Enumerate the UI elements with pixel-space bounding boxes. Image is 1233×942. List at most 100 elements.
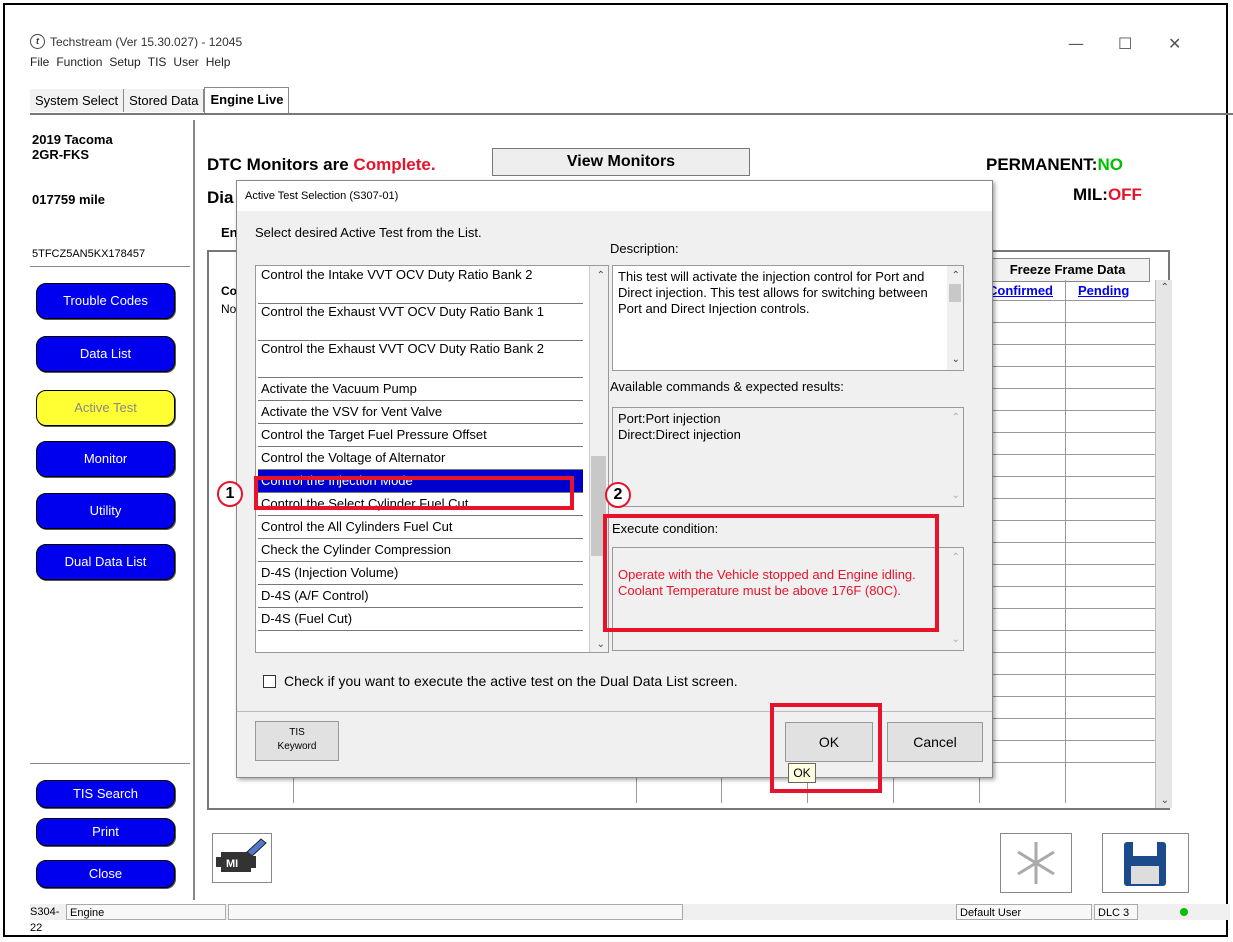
chevron-down-icon[interactable]: ⌄ — [952, 632, 960, 648]
view-monitors-button[interactable]: View Monitors — [492, 148, 750, 176]
sidebar-divider-bottom — [30, 763, 190, 764]
test-list-item[interactable]: Control the Exhaust VVT OCV Duty Ratio B… — [258, 341, 583, 378]
dual-data-list-button[interactable]: Dual Data List — [36, 544, 175, 580]
menu-bar: File Function Setup TIS User Help — [30, 55, 230, 69]
mil-engine-button[interactable]: MI — [212, 833, 272, 883]
dtc-label: DTC Monitors are — [207, 155, 349, 174]
save-floppy-icon — [1124, 842, 1166, 886]
maximize-button[interactable]: ☐ — [1118, 34, 1132, 53]
menu-tis[interactable]: TIS — [148, 55, 167, 69]
chevron-down-icon[interactable]: ⌄ — [952, 488, 960, 504]
test-list-item[interactable]: D-4S (Injection Volume) — [258, 562, 583, 585]
sidebar: 2019 Tacoma 2GR-FKS 017759 mile 5TFCZ5AN… — [30, 120, 193, 900]
freeze-frame-data-header: Freeze Frame Data — [985, 258, 1150, 282]
svg-text:MI: MI — [226, 858, 238, 870]
print-button[interactable]: Print — [36, 818, 175, 846]
mil-status: MIL:OFF — [1073, 185, 1142, 205]
tis-search-button[interactable]: TIS Search — [36, 780, 175, 808]
vehicle-mileage: 017759 mile — [32, 192, 106, 207]
menu-function[interactable]: Function — [56, 55, 102, 69]
dual-data-list-option[interactable]: Check if you want to execute the active … — [263, 673, 738, 689]
chevron-down-icon[interactable]: ⌄ — [1161, 795, 1169, 806]
callout-box-execute-condition — [603, 514, 939, 632]
chevron-up-icon[interactable]: ⌃ — [597, 270, 605, 281]
chevron-up-icon[interactable]: ⌃ — [952, 268, 960, 284]
status-bar: S304-22 Engine Default User DLC 3 — [30, 904, 1230, 934]
monitor-button[interactable]: Monitor — [36, 441, 175, 477]
menu-help[interactable]: Help — [206, 55, 231, 69]
test-list-item[interactable]: D-4S (Fuel Cut) — [258, 608, 583, 631]
test-list-item[interactable]: D-4S (A/F Control) — [258, 585, 583, 608]
close-window-button[interactable]: ✕ — [1168, 34, 1181, 53]
menu-file[interactable]: File — [30, 55, 49, 69]
callout-box-injection-mode — [254, 476, 574, 510]
test-list-item[interactable]: Activate the VSV for Vent Valve — [258, 401, 583, 424]
minimize-button[interactable]: — — [1068, 34, 1084, 53]
window-title: Techstream (Ver 15.30.027) - 12045 — [50, 34, 243, 49]
vehicle-model: 2019 Tacoma — [32, 132, 113, 147]
test-list-item[interactable]: Check the Cylinder Compression — [258, 539, 583, 562]
status-system: Engine — [66, 904, 226, 920]
scroll-thumb[interactable] — [949, 284, 961, 302]
test-list-item[interactable]: Control the All Cylinders Fuel Cut — [258, 516, 583, 539]
co-partial-label: Co — [221, 284, 237, 298]
window-titlebar: t Techstream (Ver 15.30.027) - 12045 — [30, 34, 242, 49]
condition-scrollbar[interactable]: ⌃ ⌄ — [947, 548, 963, 650]
description-scrollbar[interactable]: ⌃ ⌄ — [947, 266, 963, 370]
cancel-button[interactable]: Cancel — [887, 722, 983, 762]
test-list-item[interactable]: Control the Intake VVT OCV Duty Ratio Ba… — [258, 267, 583, 304]
snowflake-icon — [1017, 842, 1055, 884]
save-button[interactable] — [1102, 833, 1189, 893]
description-label: Description: — [610, 241, 679, 256]
no-partial-label: No — [221, 302, 237, 316]
permanent-status: PERMANENT:NO — [986, 155, 1123, 175]
test-list-item[interactable]: Control the Target Fuel Pressure Offset — [258, 424, 583, 447]
data-list-button[interactable]: Data List — [36, 336, 175, 372]
status-user: Default User — [956, 904, 1092, 920]
tab-system-select[interactable]: System Select — [30, 89, 125, 112]
test-list-item[interactable]: Control the Voltage of Alternator — [258, 447, 583, 470]
pending-column-link[interactable]: Pending — [1078, 283, 1129, 298]
commands-scrollbar[interactable]: ⌃ ⌄ — [947, 408, 963, 506]
dialog-instruction: Select desired Active Test from the List… — [255, 225, 482, 240]
dual-data-list-checkbox[interactable] — [263, 674, 276, 688]
snowflake-button[interactable] — [1000, 833, 1072, 893]
close-button[interactable]: Close — [36, 860, 175, 888]
active-test-button[interactable]: Active Test — [36, 390, 175, 426]
chevron-down-icon[interactable]: ⌄ — [952, 352, 960, 368]
dual-data-list-checkbox-label[interactable]: Check if you want to execute the active … — [284, 673, 738, 689]
trouble-codes-button[interactable]: Trouble Codes — [36, 283, 175, 319]
freeze-frame-grid — [985, 280, 1155, 803]
menu-user[interactable]: User — [173, 55, 198, 69]
tab-divider — [30, 113, 1233, 115]
command-port: Port:Port injection — [618, 411, 721, 426]
vehicle-vin: 5TFCZ5AN5KX178457 — [32, 248, 146, 260]
tab-stored-data[interactable]: Stored Data — [124, 89, 205, 112]
chevron-down-icon[interactable]: ⌄ — [597, 639, 605, 650]
dtc-status: Complete. — [353, 155, 436, 174]
tab-engine-live[interactable]: Engine Live — [204, 87, 290, 114]
permanent-label: PERMANENT: — [986, 155, 1098, 174]
callout-box-ok — [770, 703, 882, 793]
dialog-title: Active Test Selection (S307-01) — [237, 181, 992, 211]
test-list-item[interactable]: Control the Exhaust VVT OCV Duty Ratio B… — [258, 304, 583, 341]
dtc-monitors-status: DTC Monitors are Complete. — [207, 155, 436, 175]
chevron-up-icon[interactable]: ⌃ — [1161, 282, 1169, 293]
tis-keyword-button[interactable]: TIS Keyword — [255, 721, 339, 761]
utility-button[interactable]: Utility — [36, 493, 175, 529]
status-field-empty — [228, 904, 683, 920]
active-test-list[interactable]: Control the Intake VVT OCV Duty Ratio Ba… — [255, 265, 609, 653]
chevron-up-icon[interactable]: ⌃ — [952, 550, 960, 566]
dlc-status-dot-icon — [1180, 908, 1188, 916]
description-text: This test will activate the injection co… — [612, 265, 964, 371]
command-direct: Direct:Direct injection — [618, 427, 741, 442]
status-code: S304-22 — [30, 906, 60, 934]
chevron-up-icon[interactable]: ⌃ — [952, 410, 960, 426]
test-list-item[interactable]: Activate the Vacuum Pump — [258, 378, 583, 401]
menu-setup[interactable]: Setup — [109, 55, 140, 69]
techstream-logo-icon: t — [30, 34, 45, 49]
mil-label: MIL: — [1073, 185, 1108, 204]
confirmed-column-link[interactable]: Confirmed — [988, 283, 1053, 298]
dia-partial-label: Dia — [207, 188, 234, 207]
dtc-table-scrollbar[interactable]: ⌃ ⌄ — [1155, 280, 1172, 808]
